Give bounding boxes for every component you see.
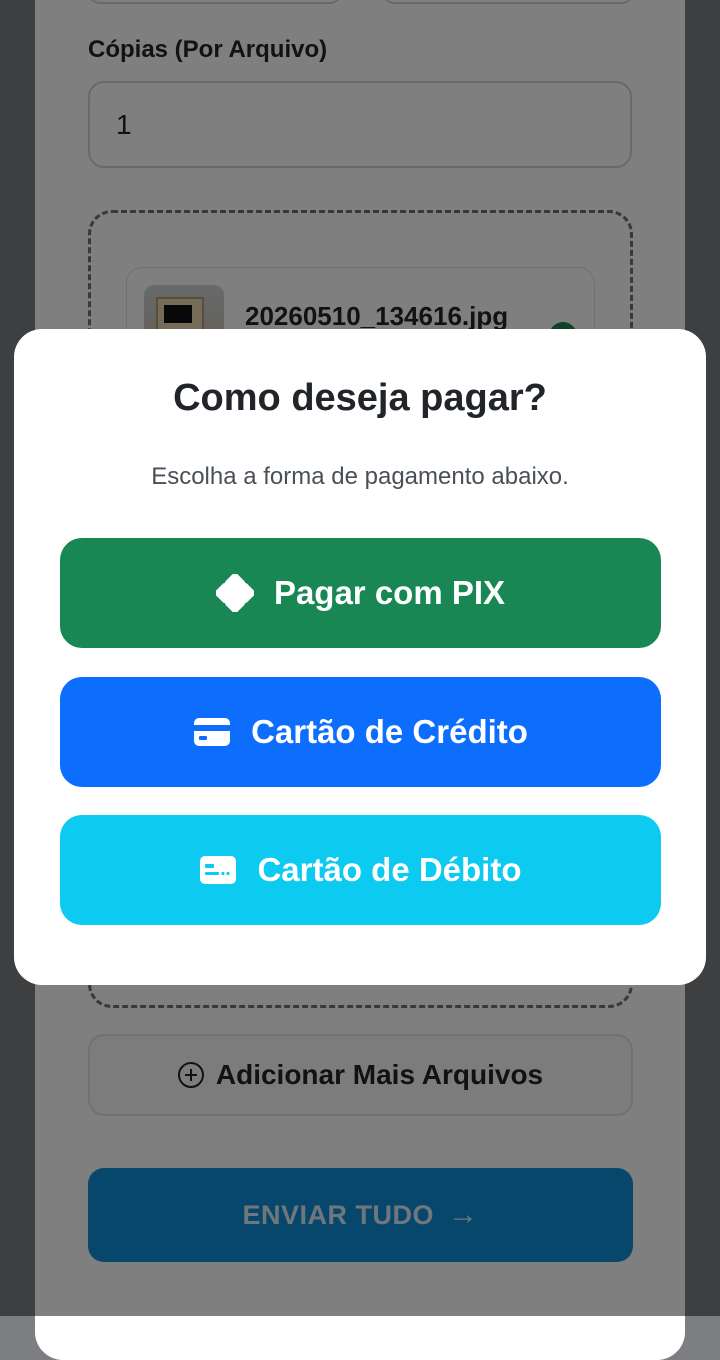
pay-credit-card-button[interactable]: Cartão de Crédito (60, 677, 661, 787)
pay-debit-card-button[interactable]: Cartão de Débito (60, 815, 661, 925)
modal-title: Como deseja pagar? (173, 377, 547, 419)
pay-debit-card-label: Cartão de Débito (257, 851, 522, 888)
debit-card-icon (200, 856, 237, 884)
modal-subtitle: Escolha a forma de pagamento abaixo. (151, 463, 569, 490)
pix-icon (215, 574, 254, 612)
pay-pix-button[interactable]: Pagar com PIX (60, 538, 661, 648)
payment-modal: Como deseja pagar? Escolha a forma de pa… (14, 329, 706, 985)
pay-pix-label: Pagar com PIX (273, 574, 506, 611)
pay-credit-card-label: Cartão de Crédito (251, 713, 528, 750)
credit-card-icon (194, 718, 231, 746)
